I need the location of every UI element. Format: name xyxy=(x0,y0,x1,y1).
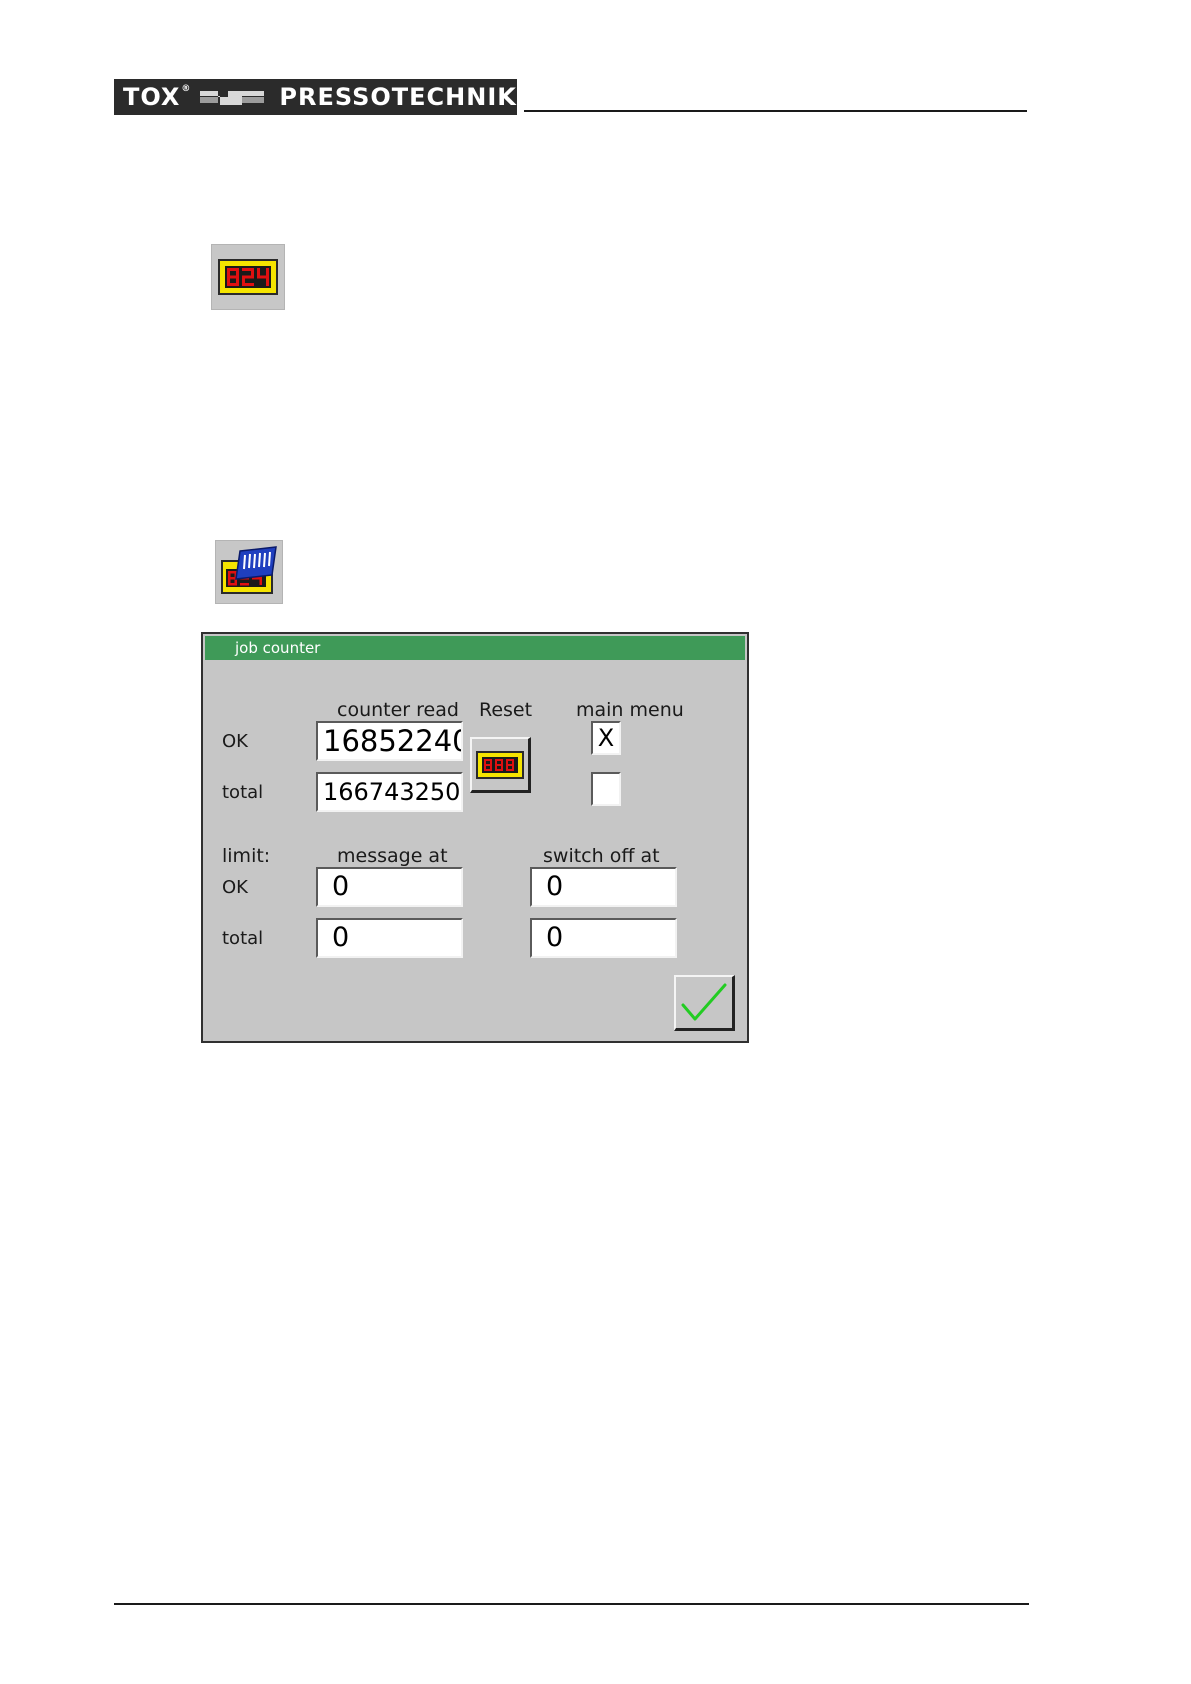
tox-pressotechnik-logo: TOX ® PRESSOTECHNIK xyxy=(114,79,517,115)
main-menu-total-checkbox[interactable] xyxy=(591,772,621,806)
brand-right: PRESSOTECHNIK xyxy=(279,83,517,111)
col-counter-read: counter read xyxy=(337,699,459,721)
limit-row-total-label: total xyxy=(222,928,264,949)
message-ok-field[interactable]: 0 xyxy=(316,867,463,907)
confirm-button[interactable] xyxy=(674,975,735,1031)
row-ok-label: OK xyxy=(222,731,248,752)
dialog-title: job counter xyxy=(205,636,745,660)
counter-icon xyxy=(211,244,285,310)
logo-mark-icon xyxy=(198,85,266,109)
col-main-menu: main menu xyxy=(576,699,684,721)
reset-button[interactable] xyxy=(470,737,531,793)
limit-row-ok-label: OK xyxy=(222,877,248,898)
switch-off-total-field[interactable]: 0 xyxy=(530,918,677,958)
message-total-field[interactable]: 0 xyxy=(316,918,463,958)
counter-display-icon xyxy=(218,259,278,295)
row-total-label: total xyxy=(222,782,264,803)
main-menu-ok-checkbox[interactable]: X xyxy=(591,721,621,755)
col-message-at: message at xyxy=(337,845,448,867)
limit-label: limit: xyxy=(222,845,271,867)
registered-mark: ® xyxy=(181,84,192,94)
switch-off-ok-field[interactable]: 0 xyxy=(530,867,677,907)
footer-rule xyxy=(114,1603,1029,1605)
checkmark-icon xyxy=(681,983,727,1020)
header-rule xyxy=(524,110,1027,112)
col-reset: Reset xyxy=(479,699,533,721)
counter-ok-field[interactable]: 16852240 xyxy=(316,721,463,761)
col-switch-off-at: switch off at xyxy=(543,845,660,867)
job-counter-icon xyxy=(215,540,283,604)
brand-left: TOX xyxy=(123,83,181,111)
counter-reset-icon xyxy=(476,750,524,779)
counter-total-field[interactable]: 1667432508 xyxy=(316,772,463,812)
job-counter-dialog: job counter counter read Reset main menu… xyxy=(201,632,749,1043)
job-counter-glyph-icon xyxy=(221,546,277,594)
